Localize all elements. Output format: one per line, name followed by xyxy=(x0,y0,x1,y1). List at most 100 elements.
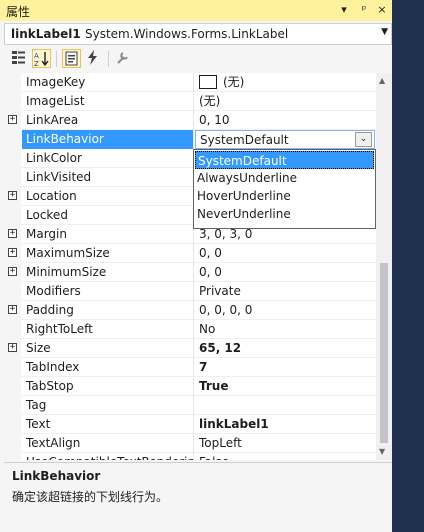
object-name: linkLabel1 xyxy=(11,27,81,41)
row-gutter xyxy=(4,434,21,453)
property-row[interactable]: TextAlign TopLeft xyxy=(4,434,376,453)
property-row[interactable]: RightToLeft No xyxy=(4,320,376,339)
property-name: MaximumSize xyxy=(22,244,194,263)
property-row[interactable]: ImageKey (无) xyxy=(4,73,376,92)
scroll-down-icon[interactable]: ▼ xyxy=(379,447,385,456)
property-value[interactable]: TopLeft xyxy=(195,434,375,453)
property-value[interactable]: No xyxy=(195,320,375,339)
svg-text:A: A xyxy=(34,52,39,60)
property-name: Modifiers xyxy=(22,282,194,301)
property-value[interactable]: False xyxy=(195,453,375,460)
categorized-icon[interactable] xyxy=(10,49,29,68)
property-row[interactable]: Modifiers Private xyxy=(4,282,376,301)
chevron-down-icon[interactable]: ⌄ xyxy=(355,132,372,147)
expand-icon[interactable]: + xyxy=(8,229,17,238)
scroll-thumb[interactable] xyxy=(380,263,388,443)
property-value[interactable]: 0, 0, 0, 0 xyxy=(195,301,375,320)
property-value-text: (无) xyxy=(199,94,221,108)
property-value[interactable] xyxy=(195,396,375,415)
property-row[interactable]: Tag xyxy=(4,396,376,415)
toolbar-separator xyxy=(56,51,57,67)
property-row[interactable]: LinkBehavior SystemDefault ⌄ xyxy=(4,130,376,149)
property-row[interactable]: + Size 65, 12 xyxy=(4,339,376,358)
row-gutter: + xyxy=(4,111,21,130)
property-name: LinkColor xyxy=(22,149,194,168)
expand-icon[interactable]: + xyxy=(8,267,17,276)
property-name: Margin xyxy=(22,225,194,244)
row-gutter: + xyxy=(4,339,21,358)
scroll-up-icon[interactable]: ▲ xyxy=(379,76,385,85)
property-value[interactable]: linkLabel1 xyxy=(195,415,375,434)
description-panel: LinkBehavior 确定该超链接的下划线行为。 xyxy=(4,462,392,524)
property-row[interactable]: + LinkArea 0, 10 xyxy=(4,111,376,130)
property-value-text: 7 xyxy=(199,360,208,374)
pin-icon[interactable]: ᵖ xyxy=(356,2,372,18)
row-gutter xyxy=(4,282,21,301)
background-panel xyxy=(392,0,424,532)
property-value[interactable]: (无) xyxy=(195,92,375,111)
alphabetical-sort-icon[interactable]: AZ xyxy=(32,49,51,68)
image-swatch xyxy=(199,75,217,89)
property-row[interactable]: + Padding 0, 0, 0, 0 xyxy=(4,301,376,320)
property-value-text: TopLeft xyxy=(199,436,242,450)
property-value[interactable]: 0, 0 xyxy=(195,244,375,263)
close-icon[interactable]: × xyxy=(374,2,390,18)
expand-icon[interactable]: + xyxy=(8,305,17,314)
property-value[interactable]: 0, 10 xyxy=(195,111,375,130)
expand-icon[interactable]: + xyxy=(8,115,17,124)
property-value-text: False xyxy=(199,455,229,460)
row-gutter: + xyxy=(4,244,21,263)
property-name: TabStop xyxy=(22,377,194,396)
property-name: Size xyxy=(22,339,194,358)
property-row[interactable]: ImageList (无) xyxy=(4,92,376,111)
property-value[interactable]: SystemDefault ⌄ xyxy=(195,130,375,149)
row-gutter xyxy=(4,377,21,396)
expand-icon[interactable]: + xyxy=(8,343,17,352)
row-gutter xyxy=(4,396,21,415)
properties-icon[interactable] xyxy=(62,49,81,68)
window-menu-icon[interactable]: ▾ xyxy=(336,2,352,18)
vertical-scrollbar[interactable]: ▲ ▼ xyxy=(376,73,392,460)
property-name: LinkBehavior xyxy=(22,130,194,149)
property-value-text: Private xyxy=(199,284,241,298)
property-value[interactable]: (无) xyxy=(195,73,375,92)
expand-icon[interactable]: + xyxy=(8,191,17,200)
dropdown-option[interactable]: HoverUnderline xyxy=(195,187,374,205)
property-value-text: 0, 10 xyxy=(199,113,230,127)
chevron-down-icon[interactable]: ▼ xyxy=(381,27,388,37)
property-name: RightToLeft xyxy=(22,320,194,339)
title-bar: 属性 ▾ ᵖ × xyxy=(0,0,392,21)
properties-window: 属性 ▾ ᵖ × linkLabel1 System.Windows.Forms… xyxy=(0,0,392,532)
row-gutter: + xyxy=(4,263,21,282)
property-value[interactable]: 7 xyxy=(195,358,375,377)
events-icon[interactable] xyxy=(84,49,103,68)
row-gutter: + xyxy=(4,187,21,206)
object-selector[interactable]: linkLabel1 System.Windows.Forms.LinkLabe… xyxy=(4,23,392,45)
property-value-text: No xyxy=(199,322,216,336)
property-value[interactable]: Private xyxy=(195,282,375,301)
description-title: LinkBehavior xyxy=(12,469,101,483)
object-type: System.Windows.Forms.LinkLabel xyxy=(85,27,289,41)
property-value-text: (无) xyxy=(223,75,245,89)
property-row[interactable]: + MinimumSize 0, 0 xyxy=(4,263,376,282)
row-gutter xyxy=(4,206,21,225)
property-row[interactable]: UseCompatibleTextRendering False xyxy=(4,453,376,460)
row-gutter xyxy=(4,415,21,434)
property-name: LinkVisited xyxy=(22,168,194,187)
svg-text:Z: Z xyxy=(34,60,39,67)
dropdown-option[interactable]: NeverUnderline xyxy=(195,205,374,223)
expand-icon[interactable]: + xyxy=(8,248,17,257)
property-row[interactable]: TabIndex 7 xyxy=(4,358,376,377)
dropdown-option[interactable]: AlwaysUnderline xyxy=(195,169,374,187)
property-row[interactable]: + MaximumSize 0, 0 xyxy=(4,244,376,263)
property-row[interactable]: Text linkLabel1 xyxy=(4,415,376,434)
property-value[interactable]: 0, 0 xyxy=(195,263,375,282)
property-value[interactable]: True xyxy=(195,377,375,396)
wrench-icon[interactable] xyxy=(114,49,133,68)
property-name: Location xyxy=(22,187,194,206)
dropdown-option[interactable]: SystemDefault xyxy=(195,151,374,169)
property-row[interactable]: TabStop True xyxy=(4,377,376,396)
property-name: TabIndex xyxy=(22,358,194,377)
row-gutter xyxy=(4,149,21,168)
property-value[interactable]: 65, 12 xyxy=(195,339,375,358)
